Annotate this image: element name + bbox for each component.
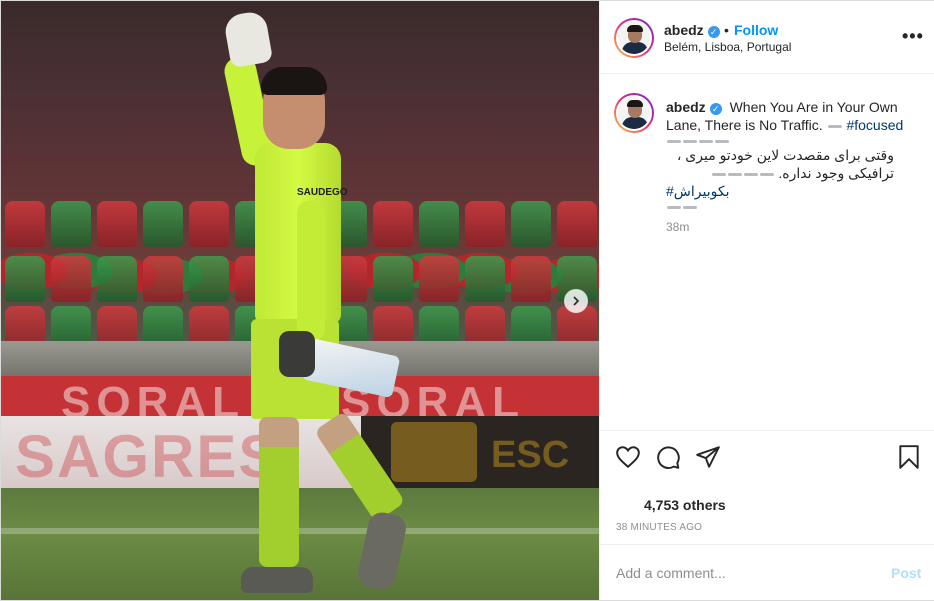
emoji-row (666, 134, 916, 146)
verified-badge-icon: ✓ (707, 26, 720, 38)
emoji-icon (699, 139, 713, 143)
caption-persian-line2: ترافیکی وجود نداره. (666, 164, 894, 182)
likes-count[interactable]: 4,753 others (644, 497, 726, 513)
emoji-icon (683, 139, 697, 143)
glove (222, 9, 274, 69)
comment-input[interactable] (616, 563, 876, 583)
jersey-sponsor: SAUDEGO (297, 187, 348, 198)
post-photo[interactable]: SORAL SORAL SAGRES ESC SAUDEGO (1, 1, 599, 600)
emoji-icon (667, 139, 681, 143)
post-side-panel: abedz ✓ • Follow Belém, Lisboa, Portugal … (599, 1, 934, 600)
username-link[interactable]: abedz ✓ (664, 22, 720, 38)
chevron-right-icon (573, 296, 580, 306)
post-timestamp: 38 MINUTES AGO (616, 522, 703, 533)
post-comment-button[interactable]: Post (891, 565, 921, 581)
goalkeeper-figure: SAUDEGO (1, 1, 599, 600)
emoji-icon (711, 172, 726, 176)
hashtag-link[interactable]: #focused (846, 117, 903, 133)
caption-username-text: abedz (666, 99, 706, 115)
action-bar (600, 432, 934, 484)
share-icon[interactable] (695, 444, 721, 470)
emoji-icon (667, 205, 681, 209)
boot (355, 509, 409, 593)
emoji-icon (743, 172, 758, 176)
instagram-post: SORAL SORAL SAGRES ESC SAUDEGO abedz ✓ •… (0, 0, 934, 601)
emoji-icon (827, 124, 842, 128)
location-link[interactable]: Belém, Lisboa, Portugal (664, 40, 791, 54)
avatar[interactable] (614, 93, 654, 133)
bookmark-icon[interactable] (896, 444, 922, 470)
glove (279, 331, 315, 377)
separator-dot: • (724, 22, 729, 38)
verified-badge-icon: ✓ (709, 103, 722, 115)
emoji-icon (683, 205, 697, 209)
caption-time: 38m (666, 220, 690, 234)
follow-button[interactable]: Follow (734, 22, 778, 38)
heart-icon[interactable] (615, 444, 641, 470)
hashtag-link[interactable]: #بکوبیراش (666, 183, 729, 199)
caption-username[interactable]: abedz ✓ (666, 99, 722, 115)
username-text: abedz (664, 22, 704, 38)
caption-persian-text: ترافیکی وجود نداره. (778, 165, 894, 181)
post-header: abedz ✓ • Follow Belém, Lisboa, Portugal … (600, 1, 934, 74)
comment-icon[interactable] (655, 444, 681, 470)
boot (241, 567, 313, 593)
caption-persian-line1: وقتی برای مقصدت لاین خودتو میری ، (676, 147, 894, 163)
caption-text: abedz ✓ When You Are in Your Own Lane, Th… (666, 98, 916, 212)
emoji-row (666, 200, 916, 212)
comment-bar: Post (600, 544, 934, 600)
carousel-next-button[interactable] (564, 289, 588, 313)
emoji-icon (715, 139, 729, 143)
emoji-icon (727, 172, 742, 176)
caption-section: abedz ✓ When You Are in Your Own Lane, Th… (600, 74, 934, 431)
avatar[interactable] (614, 18, 654, 58)
more-options-button[interactable]: ••• (902, 27, 924, 45)
caption-persian-hashtag-line: #بکوبیراش (666, 182, 916, 200)
emoji-icon (759, 172, 774, 176)
